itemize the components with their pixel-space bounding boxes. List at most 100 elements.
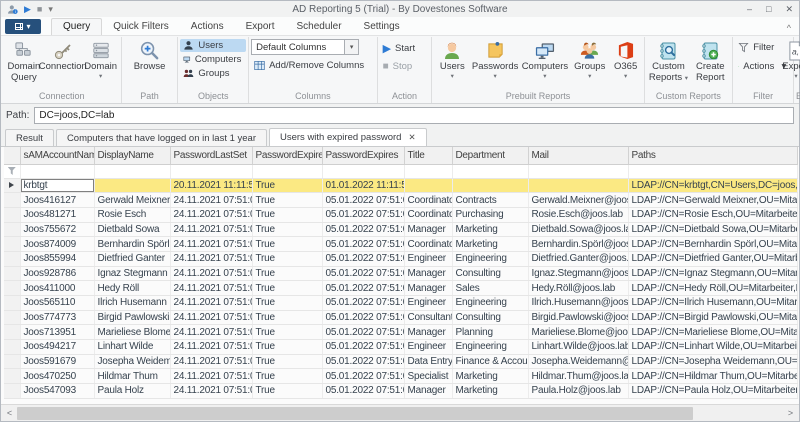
grid-cell[interactable]: Consulting [452, 266, 529, 282]
grid-cell[interactable]: Joos481271 [20, 207, 95, 223]
grid-cell[interactable]: Ilrich.Husemann@joos.lab [528, 295, 629, 311]
grid-cell[interactable]: 24.11.2021 07:51:03 [170, 339, 253, 355]
table-row[interactable]: Joos494217 Linhart Wilde 24.11.2021 07:51:… [4, 339, 798, 355]
add-remove-columns-button[interactable]: Add/Remove Columns [251, 59, 375, 72]
grid-cell[interactable]: 24.11.2021 07:51:02 [170, 236, 253, 252]
grid-cell[interactable]: Joos591679 [20, 354, 95, 370]
grid-cell[interactable]: LDAP://CN=Hildmar Thum,OU=Mitarbeiter,DC… [628, 368, 798, 385]
grid-cell[interactable]: Consultant [404, 310, 453, 326]
grid-cell[interactable]: Marketing [452, 236, 529, 252]
grid-cell[interactable]: LDAP://CN=Josepha Weidemann,OU=Mitarbeit… [628, 354, 798, 370]
grid-cell[interactable]: 24.11.2021 07:51:02 [170, 266, 253, 282]
grid-cell[interactable]: 05.01.2022 07:51:02 [322, 266, 405, 282]
file-menu-button[interactable]: ▾ [5, 19, 41, 34]
grid-cell[interactable]: Gerwald.Meixner@joos.lab [528, 192, 629, 208]
minimize-button[interactable]: – [747, 4, 752, 15]
grid-cell[interactable]: Birgid Pawlowski [94, 310, 171, 326]
grid-cell[interactable]: Engineering [452, 339, 529, 355]
grid-cell[interactable]: 24.11.2021 07:51:03 [170, 383, 253, 399]
grid-cell[interactable]: LDAP://CN=Marieliese Blome,OU=Mitarbeite… [628, 324, 798, 341]
grid-cell[interactable]: Dietbald Sowa [94, 222, 171, 238]
grid-cell[interactable]: Manager [404, 383, 453, 399]
grid-cell[interactable]: Linhart Wilde [94, 339, 171, 355]
grid-cell[interactable]: Finance & Accounting [452, 354, 529, 370]
grid-cell[interactable]: Dietfried.Ganter@joos.lab [528, 251, 629, 267]
grid-cell[interactable]: 05.01.2022 07:51:02 [322, 207, 405, 223]
table-row[interactable]: Joos416127 Gerwald Meixner 24.11.2021 07:5… [4, 192, 798, 208]
tab-quick-filters[interactable]: Quick Filters [102, 19, 180, 35]
grid-cell[interactable]: Manager [404, 280, 453, 296]
filter-cell[interactable] [404, 164, 453, 179]
grid-cell[interactable] [528, 178, 629, 194]
report-passwords-button[interactable]: Passwords ▾ [470, 37, 520, 80]
grid-cell[interactable]: Joos713951 [20, 324, 95, 341]
report-o365-button[interactable]: O365 ▾ [610, 37, 642, 80]
filter-cell[interactable] [20, 164, 95, 179]
grid-cell[interactable]: True [252, 178, 323, 194]
table-row[interactable]: Joos713951 Marieliese Blome 24.11.2021 07:… [4, 324, 798, 341]
filter-cell[interactable] [628, 164, 798, 179]
grid-cell[interactable]: True [252, 280, 323, 296]
grid-cell[interactable]: Coordinator [404, 207, 453, 223]
grid-cell[interactable]: Hildmar.Thum@joos.lab [528, 368, 629, 385]
column-header[interactable]: Title [404, 147, 453, 165]
grid-cell[interactable]: Engineer [404, 251, 453, 267]
grid-cell[interactable]: Hedy Röll [94, 280, 171, 296]
grid-cell[interactable]: LDAP://CN=Paula Holz,OU=Mitarbeiter,DC=j… [628, 383, 798, 399]
grid-cell[interactable]: Marketing [452, 368, 529, 385]
grid-cell[interactable]: 05.01.2022 07:51:02 [322, 236, 405, 252]
grid-cell[interactable] [94, 178, 171, 194]
column-header[interactable]: Mail [528, 147, 629, 165]
grid-cell[interactable]: LDAP://CN=Hedy Röll,OU=Mitarbeiter,DC=jo… [628, 280, 798, 296]
grid-cell[interactable]: Marketing [452, 222, 529, 238]
table-row[interactable]: Joos470250 Hildmar Thum 24.11.2021 07:51:0… [4, 368, 798, 385]
grid-cell[interactable]: 01.01.2022 11:11:57 [322, 178, 405, 194]
grid-cell[interactable]: True [252, 236, 323, 252]
grid-cell[interactable]: True [252, 310, 323, 326]
grid-cell[interactable]: Rosie Esch [94, 207, 171, 223]
grid-cell[interactable]: LDAP://CN=Dietbald Sowa,OU=Mitarbeiter,D… [628, 222, 798, 238]
grid-cell[interactable]: 24.11.2021 07:51:02 [170, 207, 253, 223]
grid-cell[interactable]: Engineering [452, 251, 529, 267]
grid-cell[interactable]: True [252, 295, 323, 311]
doc-tab-result[interactable]: Result [5, 129, 54, 146]
grid-cell[interactable]: Specialist [404, 368, 453, 385]
filter-cell[interactable] [528, 164, 629, 179]
grid-cell[interactable]: LDAP://CN=Linhart Wilde,OU=Mitarbeiter,D… [628, 339, 798, 355]
table-row[interactable]: Joos774773 Birgid Pawlowski 24.11.2021 07:… [4, 310, 798, 326]
column-header[interactable]: Paths [628, 147, 798, 165]
table-row[interactable]: krbtgt 20.11.2021 11:11:57 True 01.01.2022 … [4, 178, 798, 194]
grid-cell[interactable] [452, 178, 529, 194]
column-header[interactable]: sAMAccountName [20, 147, 95, 165]
objects-groups-button[interactable]: Groups [180, 67, 246, 80]
column-header[interactable]: PasswordExpires [322, 147, 405, 165]
tab-scheduler[interactable]: Scheduler [286, 19, 353, 35]
objects-users-button[interactable]: Users [180, 39, 247, 52]
grid-cell[interactable]: Joos547093 [20, 383, 95, 399]
qat-dropdown-icon[interactable]: ▾ [48, 4, 53, 14]
grid-cell[interactable]: 24.11.2021 07:51:02 [170, 192, 253, 208]
grid-cell[interactable]: Dietfried Ganter [94, 251, 171, 267]
grid-cell[interactable]: 05.01.2022 07:51:02 [322, 192, 405, 208]
grid-cell[interactable]: 05.01.2022 07:51:02 [322, 222, 405, 238]
stop-icon[interactable]: ■ [37, 4, 42, 14]
grid-cell[interactable]: 24.11.2021 07:51:03 [170, 310, 253, 326]
grid-cell[interactable]: Birgid.Pawlowski@joos.lab [528, 310, 629, 326]
tab-query[interactable]: Query [51, 18, 103, 35]
grid-cell[interactable]: 05.01.2022 07:51:02 [322, 251, 405, 267]
report-computers-button[interactable]: Computers ▾ [520, 37, 570, 80]
filter-cell[interactable] [322, 164, 405, 179]
grid-cell[interactable]: 05.01.2022 07:51:02 [322, 280, 405, 296]
report-users-button[interactable]: Users ▾ [434, 37, 470, 80]
custom-reports-button[interactable]: Custom Reports ▾ [647, 37, 691, 83]
grid-cell[interactable]: Coordinator [404, 192, 453, 208]
table-row[interactable]: Joos874009 Bernhardin Spörl 24.11.2021 07:… [4, 236, 798, 252]
maximize-button[interactable]: □ [766, 4, 771, 15]
tab-export[interactable]: Export [235, 19, 286, 35]
grid-cell[interactable]: Joos411000 [20, 280, 95, 296]
collapse-ribbon-icon[interactable]: ^ [787, 23, 791, 33]
grid-cell[interactable]: 24.11.2021 07:51:03 [170, 354, 253, 370]
filter-cell[interactable] [252, 164, 323, 179]
grid-cell[interactable]: Engineer [404, 339, 453, 355]
grid-cell[interactable]: 05.01.2022 07:51:03 [322, 324, 405, 341]
